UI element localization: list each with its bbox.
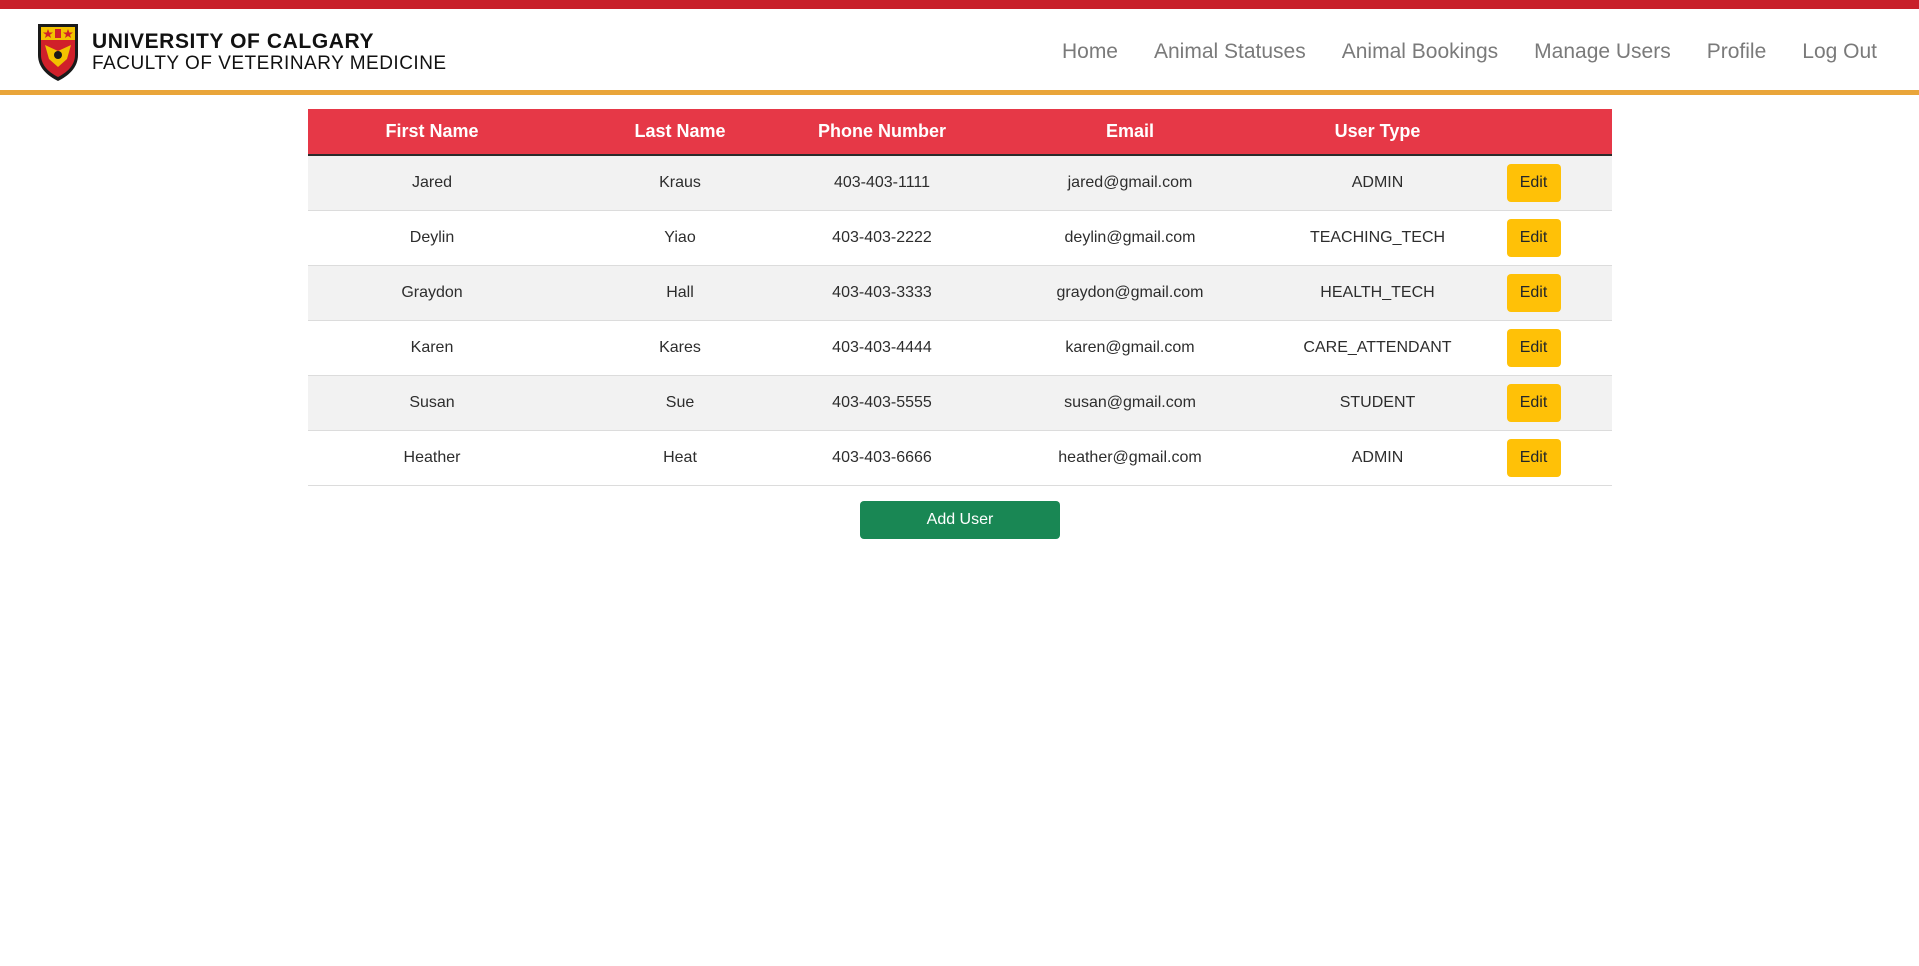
header-actions: [1455, 109, 1612, 156]
cell-user-type: ADMIN: [1300, 430, 1455, 486]
cell-user-type: TEACHING_TECH: [1300, 210, 1455, 266]
cell-last-name: Kraus: [556, 155, 804, 211]
cell-actions: Edit: [1455, 375, 1612, 431]
edit-button[interactable]: Edit: [1506, 329, 1561, 367]
nav-manage-users[interactable]: Manage Users: [1534, 40, 1671, 64]
cell-first-name: Susan: [308, 375, 556, 431]
nav-links: Home Animal Statuses Animal Bookings Man…: [1026, 9, 1877, 95]
add-user-button[interactable]: Add User: [860, 501, 1060, 539]
main-content: First Name Last Name Phone Number Email …: [308, 109, 1612, 539]
cell-first-name: Heather: [308, 430, 556, 486]
cell-email: heather@gmail.com: [960, 430, 1300, 486]
cell-email: susan@gmail.com: [960, 375, 1300, 431]
cell-user-type: STUDENT: [1300, 375, 1455, 431]
header-email: Email: [960, 109, 1300, 156]
edit-button[interactable]: Edit: [1506, 219, 1561, 257]
cell-email: graydon@gmail.com: [960, 265, 1300, 321]
edit-button[interactable]: Edit: [1506, 439, 1561, 477]
table-row: Heather Heat 403-403-6666 heather@gmail.…: [308, 430, 1612, 486]
table-row: Deylin Yiao 403-403-2222 deylin@gmail.co…: [308, 210, 1612, 266]
users-table: First Name Last Name Phone Number Email …: [308, 109, 1612, 486]
cell-actions: Edit: [1455, 320, 1612, 376]
header-last-name: Last Name: [556, 109, 804, 156]
nav-animal-bookings[interactable]: Animal Bookings: [1342, 40, 1498, 64]
cell-actions: Edit: [1455, 430, 1612, 486]
edit-button[interactable]: Edit: [1506, 274, 1561, 312]
navbar: UNIVERSITY OF CALGARY FACULTY OF VETERIN…: [0, 9, 1919, 95]
university-crest-icon: [38, 24, 78, 81]
cell-phone: 403-403-6666: [804, 430, 960, 486]
header-phone-number: Phone Number: [804, 109, 960, 156]
table-row: Graydon Hall 403-403-3333 graydon@gmail.…: [308, 265, 1612, 321]
brand-faculty-name: FACULTY OF VETERINARY MEDICINE: [92, 52, 447, 74]
cell-last-name: Yiao: [556, 210, 804, 266]
cell-first-name: Karen: [308, 320, 556, 376]
header-first-name: First Name: [308, 109, 556, 156]
top-stripe: [0, 0, 1919, 9]
cell-last-name: Sue: [556, 375, 804, 431]
nav-animal-statuses[interactable]: Animal Statuses: [1154, 40, 1306, 64]
cell-phone: 403-403-5555: [804, 375, 960, 431]
header-user-type: User Type: [1300, 109, 1455, 156]
cell-phone: 403-403-2222: [804, 210, 960, 266]
add-user-wrapper: Add User: [308, 501, 1612, 539]
brand-university-name: UNIVERSITY OF CALGARY: [92, 29, 375, 53]
brand[interactable]: UNIVERSITY OF CALGARY FACULTY OF VETERIN…: [34, 21, 447, 83]
cell-phone: 403-403-3333: [804, 265, 960, 321]
table-row: Karen Kares 403-403-4444 karen@gmail.com…: [308, 320, 1612, 376]
table-row: Jared Kraus 403-403-1111 jared@gmail.com…: [308, 155, 1612, 211]
cell-user-type: HEALTH_TECH: [1300, 265, 1455, 321]
cell-actions: Edit: [1455, 265, 1612, 321]
cell-last-name: Heat: [556, 430, 804, 486]
cell-phone: 403-403-1111: [804, 155, 960, 211]
table-row: Susan Sue 403-403-5555 susan@gmail.com S…: [308, 375, 1612, 431]
nav-profile[interactable]: Profile: [1707, 40, 1767, 64]
edit-button[interactable]: Edit: [1506, 384, 1561, 422]
cell-phone: 403-403-4444: [804, 320, 960, 376]
table-header-row: First Name Last Name Phone Number Email …: [308, 109, 1612, 156]
cell-first-name: Jared: [308, 155, 556, 211]
cell-last-name: Kares: [556, 320, 804, 376]
cell-first-name: Deylin: [308, 210, 556, 266]
cell-email: deylin@gmail.com: [960, 210, 1300, 266]
cell-last-name: Hall: [556, 265, 804, 321]
cell-email: karen@gmail.com: [960, 320, 1300, 376]
nav-home[interactable]: Home: [1062, 40, 1118, 64]
cell-actions: Edit: [1455, 155, 1612, 211]
cell-first-name: Graydon: [308, 265, 556, 321]
cell-user-type: ADMIN: [1300, 155, 1455, 211]
nav-log-out[interactable]: Log Out: [1802, 40, 1877, 64]
cell-actions: Edit: [1455, 210, 1612, 266]
cell-user-type: CARE_ATTENDANT: [1300, 320, 1455, 376]
edit-button[interactable]: Edit: [1506, 164, 1561, 202]
cell-email: jared@gmail.com: [960, 155, 1300, 211]
